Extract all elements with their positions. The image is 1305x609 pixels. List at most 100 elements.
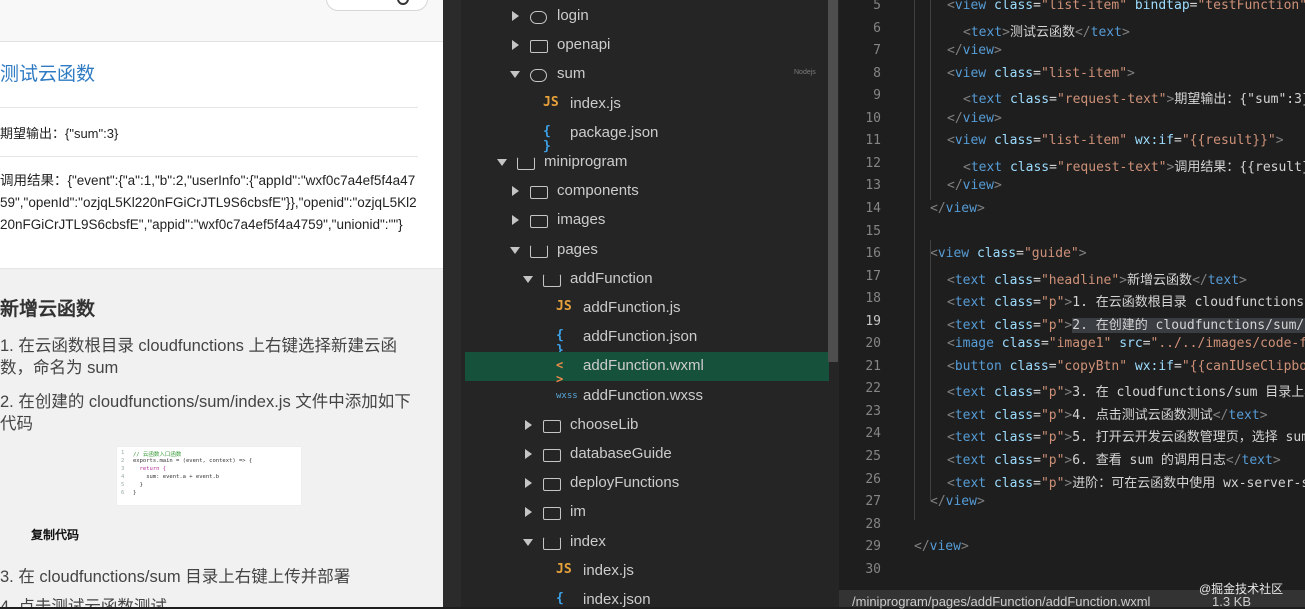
code-text: </view> — [930, 494, 985, 510]
code-line[interactable]: 7 </view> — [839, 39, 1305, 62]
tree-item[interactable]: databaseGuide — [465, 440, 829, 469]
chevron-right-icon[interactable] — [512, 40, 519, 51]
line-number: 17 — [865, 268, 881, 284]
copy-code-button[interactable]: 复制代码 — [31, 526, 79, 543]
code-text: </view> — [947, 178, 1002, 194]
code-line[interactable]: 14 </view> — [839, 197, 1305, 220]
tree-item[interactable]: < > addFunction.wxml — [465, 352, 829, 387]
file-explorer: login openapi sum JS index.js { } package.json… — [461, 0, 839, 607]
tree-item[interactable]: sum — [465, 60, 829, 89]
folder-icon — [530, 215, 548, 229]
tree-item[interactable]: JS index.js — [465, 90, 829, 119]
tree-item[interactable]: addFunction — [465, 265, 829, 294]
code-line[interactable]: 19 <text class="p">2. 在创建的 cloudfunctions… — [839, 310, 1305, 333]
chevron-right-icon[interactable] — [525, 478, 532, 489]
chevron-right-icon[interactable] — [512, 11, 519, 21]
code-line[interactable]: 11 <view class="list-item" wx:if="{{resul… — [839, 129, 1305, 152]
code-line[interactable]: 21 <button class="copyBtn" wx:if="{{canIU… — [839, 355, 1305, 378]
chevron-right-icon[interactable] — [512, 215, 519, 226]
code-line[interactable]: 6 <text>测试云函数</text> — [839, 17, 1305, 40]
panel-splitter[interactable] — [443, 0, 461, 607]
tree-item[interactable]: im — [465, 498, 829, 527]
line-number: 20 — [865, 336, 881, 352]
line-number: 11 — [865, 133, 881, 149]
code-line[interactable]: 25 <text class="p">6. 查看 sum 的调用日志</text> — [839, 445, 1305, 468]
wxml-file-icon: < > — [556, 358, 564, 387]
simulator-nav-bar — [0, 0, 443, 42]
code-line[interactable]: 9 <text class="request-text">期望输出：{"sum":… — [839, 84, 1305, 107]
code-editor[interactable]: 5 <view class="list-item" bindtap="testFu… — [839, 0, 1305, 590]
tree-item[interactable]: components — [465, 177, 829, 206]
chevron-down-icon[interactable] — [523, 275, 533, 283]
code-line[interactable]: 29 </view> — [839, 535, 1305, 558]
chevron-down-icon[interactable] — [523, 538, 533, 546]
line-number: 21 — [865, 358, 881, 374]
line-number: 23 — [865, 403, 881, 419]
tree-item[interactable]: chooseLib — [465, 411, 829, 440]
simulator-panel: 测试云函数 期望输出：{"sum":3} 调用结果：{"event":{"a":… — [0, 0, 443, 607]
code-line[interactable]: 5 <view class="list-item" bindtap="testFu… — [839, 0, 1305, 17]
code-line[interactable]: 18 <text class="p">1. 在云函数根目录 cloudfuncti… — [839, 287, 1305, 310]
explorer-scrollbar[interactable] — [828, 0, 838, 362]
tree-item-label: chooseLib — [570, 415, 639, 433]
chevron-right-icon[interactable] — [525, 507, 532, 518]
js-file-icon: JS — [543, 94, 559, 110]
code-line[interactable]: 17 <text class="headline">新增云函数</text> — [839, 265, 1305, 288]
code-line[interactable]: 12 <text class="request-text">调用结果：{{resu… — [839, 152, 1305, 175]
line-number: 13 — [865, 178, 881, 194]
chevron-right-icon[interactable] — [525, 419, 532, 430]
tree-item[interactable]: index — [465, 528, 829, 557]
code-text: <view class="list-item" wx:if="{{result}… — [947, 133, 1284, 149]
tree-item[interactable]: { } package.json — [465, 119, 829, 154]
line-number: 25 — [865, 449, 881, 464]
code-line[interactable]: 13 </view> — [839, 174, 1305, 197]
test-function-link[interactable]: 测试云函数 — [0, 62, 95, 88]
tree-item[interactable]: JS index.js — [465, 557, 829, 586]
chevron-down-icon[interactable] — [510, 71, 520, 79]
tree-item[interactable]: images — [465, 206, 829, 235]
tree-item-label: addFunction — [570, 269, 653, 287]
folder-icon — [543, 449, 561, 462]
line-number: 18 — [865, 291, 881, 307]
code-line[interactable]: 15 — [839, 220, 1305, 243]
close-circle-icon[interactable] — [397, 0, 409, 5]
chevron-right-icon[interactable] — [525, 449, 532, 459]
tree-item-label: addFunction.json — [583, 328, 698, 346]
code-text: </view> — [947, 110, 1002, 126]
code-line[interactable]: 27 </view> — [839, 490, 1305, 513]
cloud-folder-icon — [530, 69, 547, 83]
chevron-right-icon[interactable] — [512, 186, 519, 197]
divider — [0, 156, 418, 157]
code-line[interactable]: 26 <text class="p">进阶：可在云函数中使用 wx-server-… — [839, 468, 1305, 491]
tree-item[interactable]: login — [465, 2, 829, 31]
tree-item-label: addFunction.js — [583, 299, 681, 316]
code-line[interactable]: 22 <text class="p">3. 在 cloudfunctions/su… — [839, 377, 1305, 400]
tree-item[interactable]: miniprogram — [465, 148, 829, 177]
code-line[interactable]: 20 <image class="image1" src="../../image… — [839, 332, 1305, 355]
chevron-down-icon[interactable] — [497, 159, 507, 166]
line-number: 9 — [873, 88, 881, 104]
tree-item[interactable]: pages — [465, 236, 829, 265]
tree-item[interactable]: deployFunctions — [465, 469, 829, 498]
line-number: 7 — [873, 43, 881, 59]
tree-item[interactable]: JS addFunction.js — [465, 294, 829, 323]
line-number: 24 — [865, 426, 881, 442]
code-line[interactable]: 24 <text class="p">5. 打开云开发云函数管理页，选择 sum … — [839, 422, 1305, 445]
tree-item[interactable]: { } addFunction.json — [465, 323, 829, 358]
code-line[interactable]: 23 <text class="p">4. 点击测试云函数测试</text> — [839, 400, 1305, 423]
code-line[interactable]: 28 — [839, 513, 1305, 536]
capsule-button[interactable] — [326, 0, 428, 11]
folder-open-icon — [543, 536, 561, 550]
tree-item[interactable]: { } index.json — [465, 586, 829, 607]
line-number: 16 — [865, 246, 881, 262]
guide-headline: 新增云函数 — [0, 299, 96, 320]
code-line[interactable]: 10 </view> — [839, 107, 1305, 130]
code-line[interactable]: 16 <view class="guide"> — [839, 242, 1305, 265]
tree-item[interactable]: openapi — [465, 31, 829, 60]
code-text: <text class="p">进阶：可在云函数中使用 wx-server-sd… — [947, 475, 1305, 491]
tree-item[interactable]: wxss addFunction.wxss — [465, 382, 829, 411]
code-line[interactable]: 8 <view class="list-item"> — [839, 62, 1305, 85]
code-line[interactable]: 30 — [839, 558, 1305, 581]
chevron-down-icon[interactable] — [510, 246, 520, 254]
line-number: 30 — [865, 561, 881, 577]
